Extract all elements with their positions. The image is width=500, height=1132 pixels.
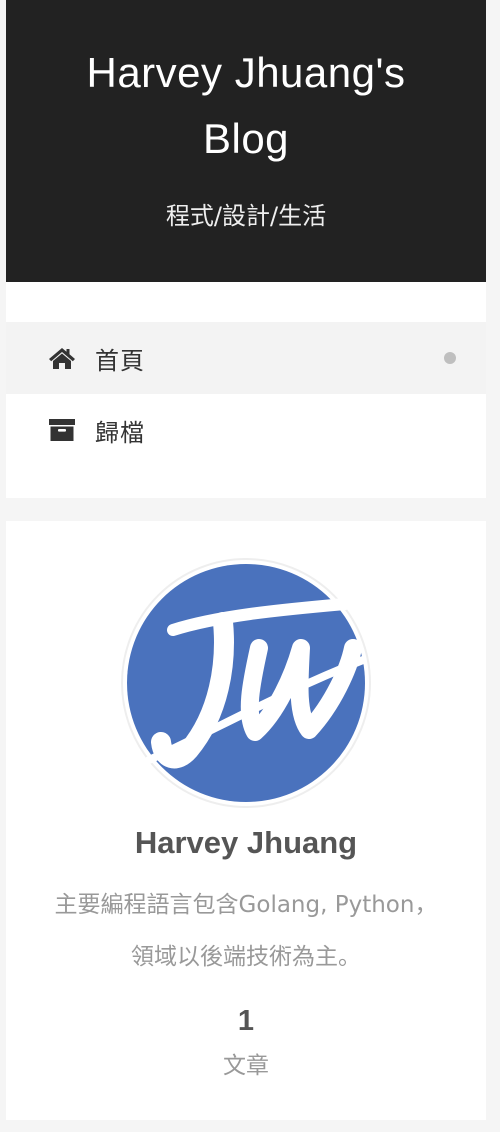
site-title[interactable]: Harvey Jhuang's Blog (6, 40, 486, 172)
home-icon (48, 344, 76, 372)
active-indicator-dot (444, 352, 456, 364)
author-description: 主要編程語言包含Golang, Python， 領域以後端技術為主。 (26, 879, 466, 983)
author-avatar[interactable] (121, 558, 371, 808)
site-nav: 首頁 歸檔 (6, 282, 486, 498)
nav-item-label: 首頁 (95, 346, 145, 375)
nav-item-home[interactable]: 首頁 (6, 322, 486, 394)
nav-item-label: 歸檔 (95, 418, 145, 447)
site-subtitle: 程式/設計/生活 (165, 202, 327, 230)
author-profile: Harvey Jhuang 主要編程語言包含Golang, Python， 領域… (6, 521, 486, 1120)
nav-item-archives[interactable]: 歸檔 (6, 394, 486, 466)
jw-logo-icon (127, 564, 365, 802)
author-description-line-1: 主要編程語言包含Golang, Python， (54, 892, 438, 918)
site-title-line-2[interactable]: Blog (6, 106, 486, 172)
archive-icon (48, 416, 76, 444)
site-title-line-1[interactable]: Harvey Jhuang's (6, 40, 486, 106)
author-name: Harvey Jhuang (134, 825, 358, 860)
site-header: Harvey Jhuang's Blog 程式/設計/生活 (6, 0, 486, 282)
author-description-line-2: 領域以後端技術為主。 (131, 944, 361, 970)
posts-label[interactable]: 文章 (6, 1049, 486, 1083)
posts-count[interactable]: 1 (6, 1003, 486, 1039)
page: Harvey Jhuang's Blog 程式/設計/生活 首頁 歸檔 Harv… (0, 0, 500, 1132)
